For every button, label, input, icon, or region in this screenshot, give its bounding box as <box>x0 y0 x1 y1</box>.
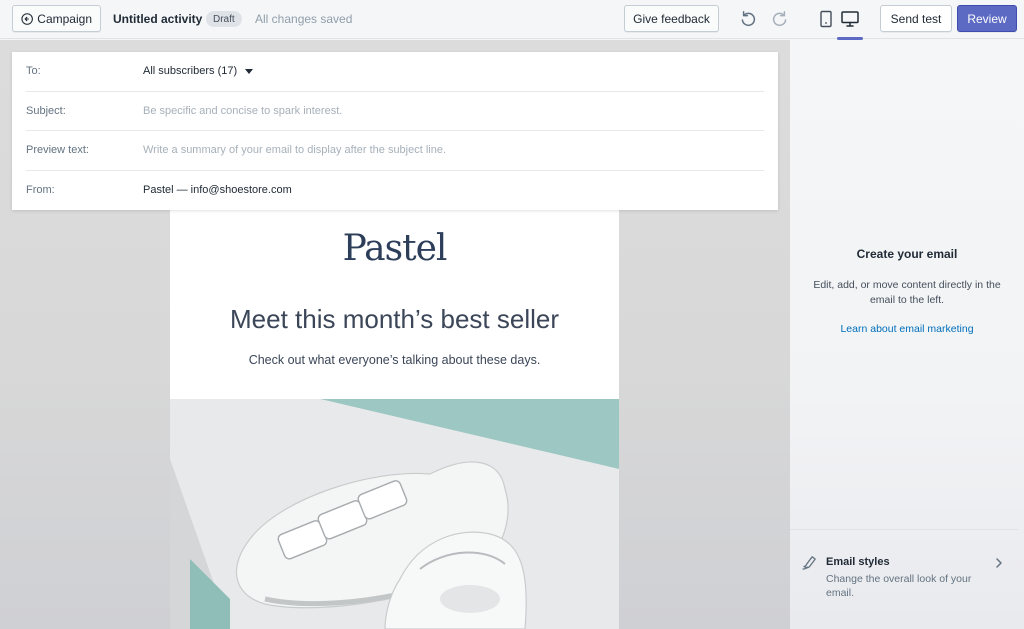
from-row[interactable]: From: Pastel — info@shoestore.com <box>26 171 764 211</box>
to-row[interactable]: To: All subscribers (17) <box>26 52 764 92</box>
side-panel-title: Create your email <box>856 247 958 261</box>
email-headline[interactable]: Meet this month’s best seller <box>170 304 619 335</box>
activity-title: Untitled activity <box>113 12 203 26</box>
give-feedback-button[interactable]: Give feedback <box>624 5 719 32</box>
preview-text-row[interactable]: Preview text: Write a summary of your em… <box>26 131 764 171</box>
chevron-right-icon <box>996 558 1002 568</box>
send-test-label: Send test <box>890 11 942 26</box>
email-editor-canvas: To: All subscribers (17) Subject: Be spe… <box>0 40 790 629</box>
subject-label: Subject: <box>26 104 66 117</box>
recipients-value: All subscribers (17) <box>143 65 238 78</box>
back-to-campaign-button[interactable]: Campaign <box>12 5 101 32</box>
paint-brush-icon <box>802 556 816 570</box>
desktop-preview-button[interactable] <box>840 9 860 29</box>
subject-row[interactable]: Subject: Be specific and concise to spar… <box>26 92 764 131</box>
side-panel-description: Edit, add, or move content directly in t… <box>813 279 1001 306</box>
arrow-left-circle-icon <box>21 12 33 25</box>
back-button-label: Campaign <box>37 11 92 26</box>
review-button[interactable]: Review <box>957 5 1017 32</box>
email-styles-item[interactable]: Email styles Change the overall look of … <box>790 542 1024 602</box>
preview-text-label: Preview text: <box>26 144 89 157</box>
review-label: Review <box>967 11 1007 26</box>
give-feedback-label: Give feedback <box>633 11 710 26</box>
brand-logo[interactable]: Pastel <box>170 228 619 269</box>
caret-down-icon <box>245 68 254 74</box>
redo-icon <box>772 11 787 27</box>
status-badge: Draft <box>206 11 242 27</box>
mobile-icon <box>820 10 832 28</box>
undo-icon <box>741 11 756 27</box>
to-label: To: <box>26 65 41 78</box>
mobile-preview-button[interactable] <box>816 9 836 29</box>
subject-input[interactable]: Be specific and concise to spark interes… <box>143 105 342 117</box>
email-preview[interactable]: Pastel Meet this month’s best seller Che… <box>170 210 619 629</box>
side-panel: Create your email Edit, add, or move con… <box>790 40 1024 629</box>
redo-button[interactable] <box>770 9 790 29</box>
save-status: All changes saved <box>255 12 353 26</box>
send-test-button[interactable]: Send test <box>880 5 952 32</box>
from-label: From: <box>26 184 55 197</box>
undo-button[interactable] <box>738 9 758 29</box>
from-value[interactable]: Pastel — info@shoestore.com <box>143 184 292 196</box>
top-bar: Campaign Untitled activity Draft All cha… <box>0 0 1024 40</box>
recipients-dropdown[interactable]: All subscribers (17) <box>143 65 254 78</box>
email-styles-title: Email styles <box>826 556 890 568</box>
sneaker-photo <box>170 399 619 629</box>
desktop-icon <box>841 11 859 27</box>
side-panel-divider <box>790 529 1018 530</box>
email-details-card: To: All subscribers (17) Subject: Be spe… <box>12 52 778 210</box>
preview-text-input[interactable]: Write a summary of your email to display… <box>143 144 446 156</box>
email-styles-description: Change the overall look of your email. <box>826 573 972 599</box>
email-subheadline[interactable]: Check out what everyone’s talking about … <box>170 353 619 367</box>
hero-sneaker-image[interactable] <box>170 399 619 629</box>
learn-email-marketing-link[interactable]: Learn about email marketing <box>790 323 1024 335</box>
